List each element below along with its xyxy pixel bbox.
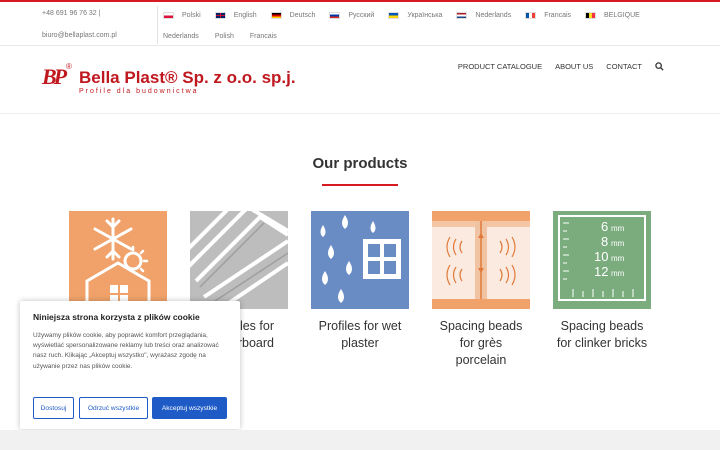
caption-text: Profiles for wet plaster <box>318 319 402 350</box>
tile-spacing-bead-icon <box>432 211 530 309</box>
clinker-size-8: 8 <box>601 234 608 249</box>
ukraine-flag-icon <box>388 11 400 19</box>
product-caption-gres[interactable]: Spacing beads for grès porcelain <box>416 318 546 369</box>
email-link[interactable]: biuro@bellaplast.com.pl <box>42 32 117 39</box>
clinker-size-12: 12 <box>594 264 608 279</box>
caption-text: les for rboard <box>237 319 274 350</box>
search-icon[interactable] <box>655 62 664 71</box>
lang-russian[interactable]: Русский <box>329 11 375 19</box>
logo-mark: BP <box>42 64 67 89</box>
clinker-sizes-icon: 6 8 10 12 mm mm mm mm <box>553 211 651 309</box>
cookie-consent-dialog: Niniejsza strona korzysta z plików cooki… <box>20 301 240 429</box>
lang-label: Polski <box>182 11 201 19</box>
clinker-unit: mm <box>611 269 625 278</box>
lang-deutsch[interactable]: Deutsch <box>270 11 316 19</box>
clinker-unit: mm <box>611 239 625 248</box>
cookie-body: Używamy plików cookie, aby poprawić komf… <box>33 332 219 370</box>
plasterboard-sheets-icon <box>184 204 290 311</box>
lang-belgique[interactable]: BELGIQUE <box>585 11 640 19</box>
caption-text: Spacing beads for grès porcelain <box>439 319 523 367</box>
reject-all-button[interactable]: Odrzuć wszystkie <box>79 397 148 419</box>
lang-link-francais[interactable]: Francais <box>250 33 277 40</box>
logo-registered-mark: ® <box>66 62 72 71</box>
nav-contact[interactable]: CONTACT <box>606 62 642 71</box>
lang-nederlands[interactable]: Nederlands <box>456 11 512 19</box>
lang-link-nederlands[interactable]: Nederlands <box>163 33 199 40</box>
contact-separator: | <box>98 10 101 17</box>
phone-number[interactable]: +48 691 96 76 32 <box>42 10 97 17</box>
water-drops-window-icon <box>311 211 409 309</box>
main-nav: PRODUCT CATALOGUE ABOUT US CONTACT <box>458 62 664 71</box>
lang-label: English <box>233 11 257 19</box>
language-switcher-secondary: Nederlands Polish Francais <box>163 30 293 42</box>
lang-label: Francais <box>544 11 572 19</box>
product-tile-wet-plaster[interactable] <box>311 211 409 309</box>
site-header: BP ® Bella Plast® Sp. z o.o. sp.j. Profi… <box>0 46 720 114</box>
france-flag-icon <box>525 11 537 19</box>
poland-flag-icon <box>163 11 174 19</box>
logo-tagline: Profile dla budownictwa <box>79 88 199 95</box>
nav-about-us[interactable]: ABOUT US <box>555 62 593 71</box>
clinker-size-6: 6 <box>601 219 608 234</box>
clinker-size-10: 10 <box>594 249 608 264</box>
language-switcher: Polski English Deutsch Русский Українськ… <box>163 8 654 22</box>
clinker-unit: mm <box>611 254 625 263</box>
footer-strip <box>0 430 720 450</box>
nav-product-catalogue[interactable]: PRODUCT CATALOGUE <box>458 62 542 71</box>
product-caption-clinker[interactable]: Spacing beads for clinker bricks <box>537 318 667 352</box>
germany-flag-icon <box>270 11 282 19</box>
top-bar: +48 691 96 76 32 | biuro@bellaplast.com.… <box>0 2 720 46</box>
russia-flag-icon <box>329 11 341 19</box>
uk-flag-icon <box>214 11 226 19</box>
lang-label: BELGIQUE <box>604 11 640 19</box>
lang-polski[interactable]: Polski <box>163 11 201 19</box>
lang-ukrainian[interactable]: Українська <box>388 11 443 19</box>
clinker-unit: mm <box>611 224 625 233</box>
snowflake-sun-house-icon <box>69 211 167 309</box>
lang-english[interactable]: English <box>214 11 257 19</box>
product-tile-clinker[interactable]: 6 8 10 12 mm mm mm mm <box>553 211 651 309</box>
lang-label: Deutsch <box>289 11 316 19</box>
product-caption-wet-plaster[interactable]: Profiles for wet plaster <box>295 318 425 352</box>
customize-button[interactable]: Dostosuj <box>33 397 74 419</box>
title-underline <box>322 184 398 186</box>
netherlands-flag-icon <box>456 11 468 19</box>
cookie-title: Niniejsza strona korzysta z plików cooki… <box>33 312 200 322</box>
lang-link-polish[interactable]: Polish <box>215 33 234 40</box>
section-title: Our products <box>312 155 408 172</box>
divider <box>157 6 158 44</box>
caption-text: Spacing beads for clinker bricks <box>556 319 648 350</box>
logo-name: Bella Plast® Sp. z o.o. sp.j. <box>79 68 296 87</box>
product-tile-plasterboard[interactable] <box>184 204 290 311</box>
lang-label: Nederlands <box>475 11 512 19</box>
accept-all-button[interactable]: Akceptuj wszystkie <box>152 397 227 419</box>
belgium-flag-icon <box>585 11 597 19</box>
lang-label: Українська <box>407 11 443 19</box>
lang-label: Русский <box>348 11 375 19</box>
lang-francais[interactable]: Francais <box>525 11 572 19</box>
product-tile-gres[interactable] <box>432 211 530 309</box>
product-tile-thermal[interactable] <box>69 211 167 309</box>
